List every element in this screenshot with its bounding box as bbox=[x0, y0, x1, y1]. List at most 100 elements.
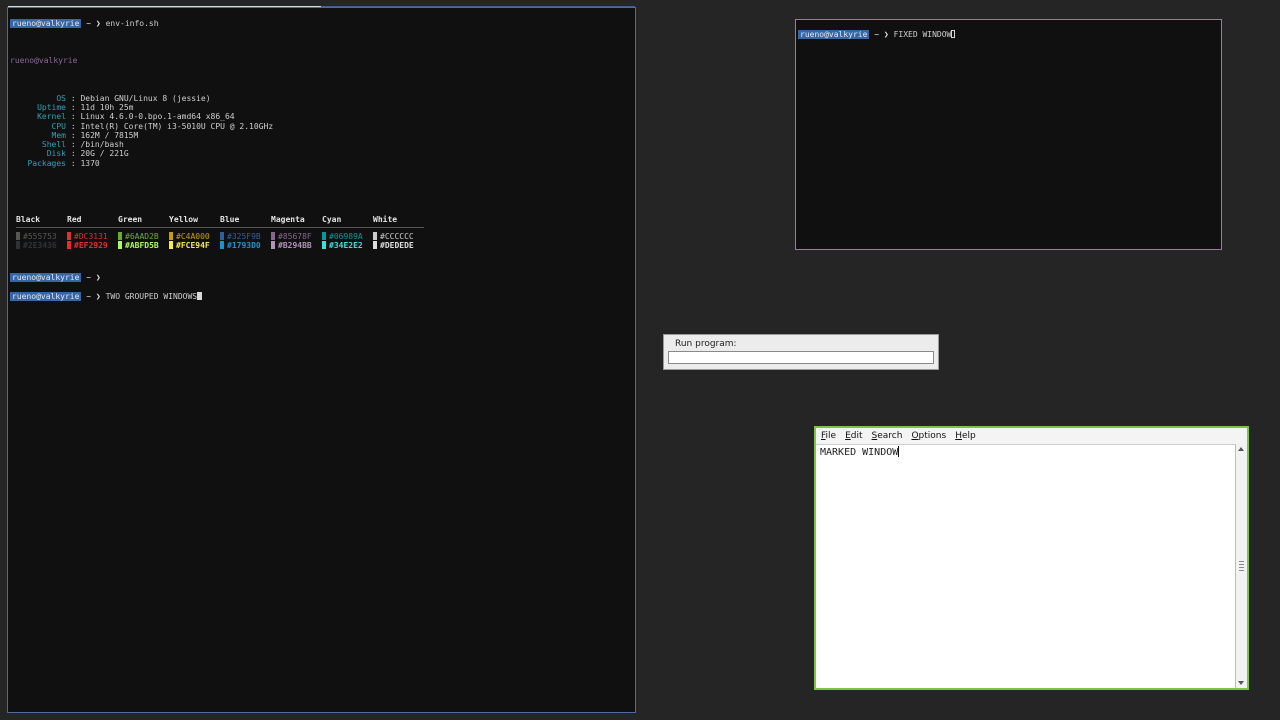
palette-normal-cell: #6AAD2B bbox=[118, 231, 169, 241]
color-hex: #ABFD5B bbox=[125, 241, 159, 251]
menu-options[interactable]: Options bbox=[906, 428, 950, 441]
palette-bright-cell: #ABFD5B bbox=[118, 241, 169, 250]
palette-bright-cell: #34E2E2 bbox=[322, 241, 373, 250]
color-swatch bbox=[220, 241, 224, 250]
prompt-user: rueno@valkyrie bbox=[10, 19, 82, 29]
main-terminal-window[interactable]: rueno@valkyrie ~ ❯ env-info.sh rueno@val… bbox=[7, 7, 636, 713]
info-row: Uptime : 11d 10h 25m bbox=[10, 103, 633, 112]
typed-text: TWO GROUPED WINDOWS bbox=[105, 291, 198, 301]
command-line: rueno@valkyrie ~ ❯ env-info.sh bbox=[10, 19, 633, 29]
terminal-cursor bbox=[197, 291, 203, 300]
color-swatch bbox=[118, 231, 122, 240]
color-swatch bbox=[373, 241, 377, 250]
menu-help[interactable]: Help bbox=[950, 428, 980, 441]
terminal-cursor bbox=[951, 30, 956, 39]
typed-text: FIXED WINDOW bbox=[893, 30, 952, 40]
palette-normal-cell: #85678F bbox=[271, 231, 322, 241]
info-value: 1370 bbox=[80, 158, 100, 168]
active-prompt-line[interactable]: rueno@valkyrie ~ ❯ FIXED WINDOW bbox=[798, 30, 1219, 40]
info-row: OS : Debian GNU/Linux 8 (jessie) bbox=[10, 94, 633, 103]
color-hex: #325F9B bbox=[227, 231, 261, 241]
info-value: 20G / 221G bbox=[80, 149, 129, 159]
color-swatch bbox=[118, 241, 122, 250]
palette-bright-cell: #DEDEDE bbox=[373, 241, 424, 250]
prompt-arrow: ❯ bbox=[95, 273, 101, 283]
prompt-tilde: ~ bbox=[874, 30, 880, 40]
color-hex: #EF2929 bbox=[74, 241, 108, 251]
palette-color-name: Green bbox=[118, 214, 169, 228]
info-key: Uptime bbox=[37, 102, 66, 112]
color-hex: #2E3436 bbox=[23, 241, 57, 251]
color-hex: #1793D0 bbox=[227, 241, 261, 251]
color-hex: #34E2E2 bbox=[329, 241, 363, 251]
menu-edit[interactable]: Edit bbox=[840, 428, 866, 441]
run-program-dialog[interactable]: Run program: bbox=[663, 334, 939, 370]
menu-search[interactable]: Search bbox=[867, 428, 907, 441]
color-swatch bbox=[271, 241, 275, 250]
prompt-arrow: ❯ bbox=[95, 291, 101, 301]
color-hex: #CCCCCC bbox=[380, 231, 414, 241]
system-info-block: OS : Debian GNU/Linux 8 (jessie) Uptime :… bbox=[10, 94, 633, 168]
palette-normal-cell: #555753 bbox=[16, 231, 67, 241]
vertical-scrollbar[interactable] bbox=[1235, 444, 1247, 688]
editor-text-area[interactable]: MARKED WINDOW bbox=[818, 445, 1235, 688]
color-hex: #06989A bbox=[329, 231, 363, 241]
info-row: Packages : 1370 bbox=[10, 159, 633, 168]
palette-color-name: Blue bbox=[220, 214, 271, 228]
marked-editor-window[interactable]: File Edit Search Options Help MARKED WINDOW bbox=[814, 426, 1249, 690]
scroll-grip-icon[interactable] bbox=[1239, 561, 1244, 571]
active-prompt-line[interactable]: rueno@valkyrie ~ ❯ TWO GROUPED WINDOWS bbox=[10, 291, 633, 301]
color-swatch bbox=[16, 241, 20, 250]
color-swatch bbox=[271, 231, 275, 240]
prompt-user: rueno@valkyrie bbox=[798, 30, 870, 40]
info-value: 162M / 7815M bbox=[80, 130, 139, 140]
color-swatch bbox=[169, 231, 173, 240]
info-separator: : bbox=[70, 158, 76, 168]
info-separator: : bbox=[70, 140, 76, 150]
info-key: Disk bbox=[46, 149, 66, 159]
fixed-terminal-window[interactable]: rueno@valkyrie ~ ❯ FIXED WINDOW bbox=[795, 19, 1222, 250]
prompt-arrow: ❯ bbox=[883, 30, 889, 40]
palette-color-name: White bbox=[373, 214, 424, 228]
info-key: CPU bbox=[51, 121, 66, 131]
color-swatch bbox=[373, 231, 377, 240]
info-value: Linux 4.6.0-0.bpo.1-amd64 x86_64 bbox=[80, 112, 235, 122]
info-value: Intel(R) Core(TM) i3-5010U CPU @ 2.10GHz bbox=[80, 121, 274, 131]
color-hex: #555753 bbox=[23, 231, 57, 241]
info-row: Shell : /bin/bash bbox=[10, 140, 633, 149]
prompt-tilde: ~ bbox=[86, 273, 92, 283]
info-row: Disk : 20G / 221G bbox=[10, 149, 633, 158]
editor-text: MARKED WINDOW bbox=[820, 447, 899, 458]
palette-normal-cell: #C4A000 bbox=[169, 231, 220, 241]
color-swatch bbox=[220, 231, 224, 240]
color-hex: #DC3131 bbox=[74, 231, 108, 241]
info-row: CPU : Intel(R) Core(TM) i3-5010U CPU @ 2… bbox=[10, 122, 633, 131]
palette-bright-cell: #FCE94F bbox=[169, 241, 220, 250]
color-swatch bbox=[169, 241, 173, 250]
empty-prompt-line: rueno@valkyrie ~ ❯ bbox=[10, 273, 633, 283]
info-separator: : bbox=[70, 121, 76, 131]
scroll-down-arrow-icon[interactable] bbox=[1238, 681, 1244, 685]
info-separator: : bbox=[70, 130, 76, 140]
info-value: Debian GNU/Linux 8 (jessie) bbox=[80, 93, 211, 103]
run-program-input[interactable] bbox=[668, 351, 934, 364]
color-swatch bbox=[322, 241, 326, 250]
prompt-tilde: ~ bbox=[86, 19, 92, 29]
info-separator: : bbox=[70, 112, 76, 122]
color-swatch bbox=[67, 231, 71, 240]
palette-bright-cell: #1793D0 bbox=[220, 241, 271, 250]
scroll-up-arrow-icon[interactable] bbox=[1238, 447, 1244, 451]
run-program-label: Run program: bbox=[675, 339, 737, 349]
palette-bright-cell: #EF2929 bbox=[67, 241, 118, 250]
color-hex: #C4A000 bbox=[176, 231, 210, 241]
info-key: Mem bbox=[51, 130, 66, 140]
menu-file[interactable]: File bbox=[816, 428, 840, 441]
info-key: Kernel bbox=[37, 112, 66, 122]
info-key: Packages bbox=[27, 158, 66, 168]
color-hex: #85678F bbox=[278, 231, 312, 241]
info-value: /bin/bash bbox=[80, 140, 124, 150]
palette-normal-cell: #CCCCCC bbox=[373, 231, 424, 241]
prompt-user: rueno@valkyrie bbox=[10, 291, 82, 301]
info-key: Shell bbox=[41, 140, 66, 150]
palette-normal-cell: #325F9B bbox=[220, 231, 271, 241]
